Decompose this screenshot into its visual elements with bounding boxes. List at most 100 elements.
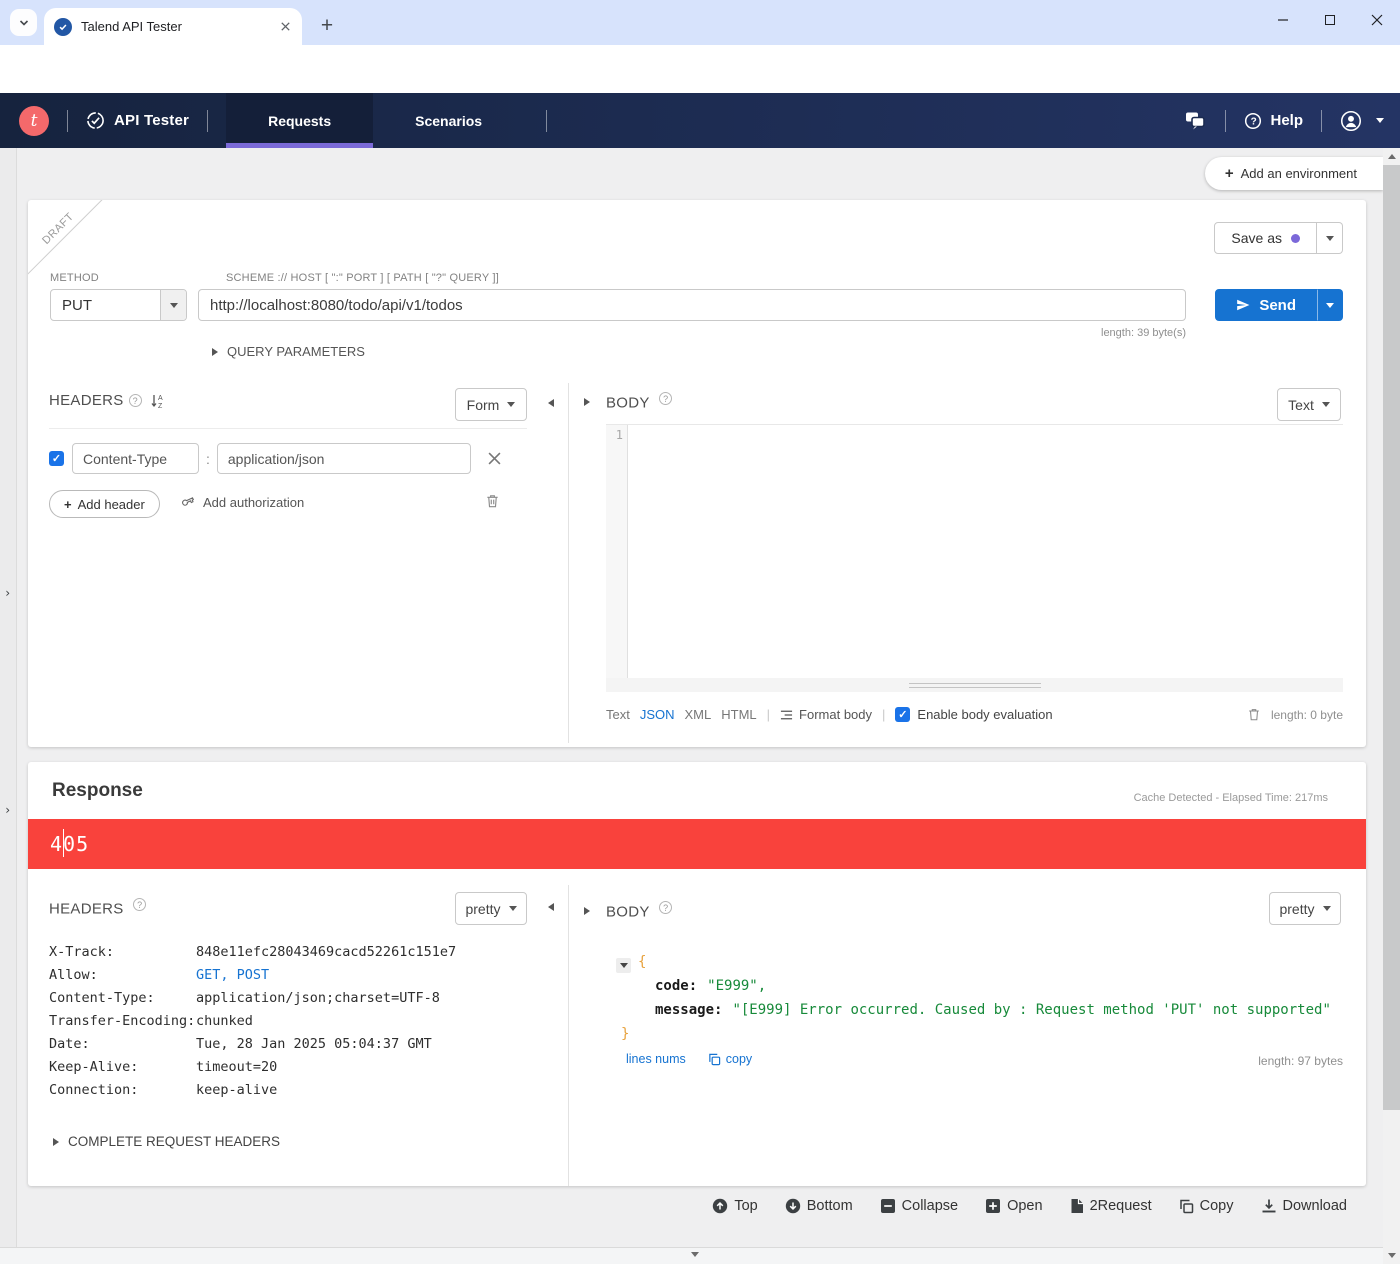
chevron-down-icon — [1326, 303, 1334, 308]
download-button[interactable]: Download — [1261, 1198, 1348, 1214]
chevron-down-icon — [1326, 236, 1334, 241]
svg-text:A: A — [158, 395, 163, 402]
clear-body-trash-icon[interactable] — [1247, 707, 1261, 722]
colon-separator: : — [206, 451, 210, 467]
browser-tab[interactable]: Talend API Tester — [44, 8, 302, 45]
tab-close-icon[interactable] — [279, 20, 292, 33]
save-as-dropdown-button[interactable] — [1317, 222, 1343, 254]
request-body-editor[interactable]: 1 — [606, 424, 1343, 692]
json-open-line: { — [616, 950, 1331, 974]
add-environment-button[interactable]: + Add an environment — [1205, 157, 1383, 190]
chevron-down-icon — [1323, 906, 1331, 911]
send-split-button: Send — [1215, 289, 1343, 321]
header-value-input[interactable] — [217, 443, 471, 474]
header-divider — [1225, 110, 1226, 132]
body-mode-button[interactable]: Text — [1277, 388, 1341, 421]
scroll-up-button[interactable] — [1383, 148, 1400, 165]
collapse-button[interactable]: Collapse — [880, 1198, 958, 1214]
method-value: PUT — [51, 297, 160, 314]
editor-resize-handle[interactable] — [606, 678, 1343, 692]
format-tab-json[interactable]: JSON — [640, 707, 675, 722]
sort-az-icon[interactable]: AZ — [150, 393, 165, 409]
separator: | — [767, 707, 770, 722]
collapse-body-toggle[interactable] — [584, 398, 590, 406]
new-tab-button[interactable]: + — [312, 11, 342, 41]
account-icon[interactable] — [1340, 110, 1362, 132]
header-enabled-checkbox[interactable]: ✓ — [49, 451, 64, 466]
open-button[interactable]: Open — [985, 1198, 1042, 1214]
svg-text:Z: Z — [158, 403, 163, 409]
scroll-down-hint-icon[interactable] — [691, 1252, 699, 1257]
response-headers-mode-button[interactable]: pretty — [455, 892, 527, 925]
chat-feedback-icon[interactable] — [1185, 111, 1207, 131]
response-body-mode-button[interactable]: pretty — [1269, 892, 1341, 925]
delete-headers-trash-icon[interactable] — [485, 493, 500, 509]
format-tab-xml[interactable]: XML — [685, 707, 712, 722]
grip-icon — [909, 683, 1041, 688]
vertical-scrollbar[interactable] — [1383, 148, 1400, 1264]
bottom-button[interactable]: Bottom — [785, 1198, 853, 1214]
header-name-input[interactable] — [72, 443, 199, 474]
method-label: METHOD — [50, 272, 99, 284]
brand-label: API Tester — [114, 112, 189, 129]
window-close-button[interactable] — [1353, 0, 1400, 40]
method-dropdown-arrow[interactable] — [160, 290, 186, 320]
chevron-down-icon — [170, 303, 178, 308]
collapse-response-body-toggle[interactable] — [584, 907, 590, 915]
tab-scenarios[interactable]: Scenarios — [373, 93, 524, 148]
collapse-panel-left-icon[interactable] — [548, 903, 554, 911]
response-card: Response Cache Detected - Elapsed Time: … — [28, 762, 1366, 1186]
brand[interactable]: API Tester — [86, 111, 189, 130]
format-tab-text[interactable]: Text — [606, 707, 630, 722]
window-maximize-button[interactable] — [1306, 0, 1353, 40]
to-request-button[interactable]: 2Request — [1070, 1198, 1152, 1214]
save-as-button[interactable]: Save as — [1214, 222, 1317, 254]
browser-toolbar: Talend API Tester - Free Edition chrome-… — [0, 45, 1400, 93]
window-minimize-button[interactable] — [1259, 0, 1306, 40]
method-select[interactable]: PUT — [50, 289, 187, 321]
enable-body-evaluation-toggle[interactable]: ✓ Enable body evaluation — [895, 707, 1052, 722]
editor-gutter: 1 — [606, 425, 628, 678]
collapse-panel-left-icon[interactable] — [548, 399, 554, 407]
request-url-input[interactable] — [198, 289, 1186, 321]
chevron-down-icon — [507, 402, 515, 407]
headers-mode-button[interactable]: Form — [455, 388, 527, 421]
expand-sidebar-chevron[interactable]: › — [4, 586, 11, 600]
body-evaluation-checkbox[interactable]: ✓ — [895, 707, 910, 722]
format-body-button[interactable]: Format body — [780, 707, 872, 722]
remove-header-icon[interactable] — [488, 452, 501, 465]
help-button[interactable]: ? Help — [1244, 112, 1303, 130]
horizontal-scrollbar[interactable] — [0, 1247, 1383, 1264]
tab-requests[interactable]: Requests — [226, 93, 373, 148]
query-parameters-label: QUERY PARAMETERS — [227, 344, 365, 359]
complete-request-headers-toggle[interactable]: COMPLETE REQUEST HEADERS — [53, 1134, 280, 1149]
help-badge-icon[interactable]: ? — [659, 392, 672, 405]
help-badge-icon[interactable]: ? — [129, 394, 142, 407]
top-button[interactable]: Top — [712, 1198, 757, 1214]
tab-search-button[interactable] — [10, 9, 37, 36]
status-banner: 405 — [28, 819, 1366, 869]
help-badge-icon[interactable]: ? — [133, 898, 146, 911]
headers-title: HEADERS — [49, 392, 124, 409]
square-minus-icon — [880, 1198, 896, 1214]
query-parameters-toggle[interactable]: QUERY PARAMETERS — [212, 344, 365, 359]
add-authorization-button[interactable]: Add authorization — [181, 495, 304, 510]
tab-title: Talend API Tester — [81, 19, 270, 34]
lines-nums-link[interactable]: lines nums — [626, 1052, 686, 1066]
plus-icon: + — [1225, 165, 1234, 182]
vertical-scrollbar-thumb[interactable] — [1383, 165, 1400, 1110]
collapse-json-node-icon[interactable] — [616, 958, 631, 973]
talend-logo[interactable]: t — [19, 106, 49, 136]
allow-methods-link[interactable]: GET, POST — [196, 967, 269, 983]
help-badge-icon[interactable]: ? — [659, 901, 672, 914]
send-dropdown-button[interactable] — [1317, 289, 1343, 321]
scroll-down-button[interactable] — [1383, 1247, 1400, 1264]
add-header-button[interactable]: + Add header — [49, 490, 160, 518]
send-button[interactable]: Send — [1215, 289, 1317, 321]
account-chevron-down-icon[interactable] — [1376, 118, 1384, 123]
format-tab-html[interactable]: HTML — [721, 707, 756, 722]
copy-body-link[interactable]: copy — [708, 1052, 752, 1066]
expand-sidebar-chevron[interactable]: › — [4, 803, 11, 817]
copy-button[interactable]: Copy — [1179, 1198, 1234, 1214]
status-code: 405 — [50, 832, 89, 856]
